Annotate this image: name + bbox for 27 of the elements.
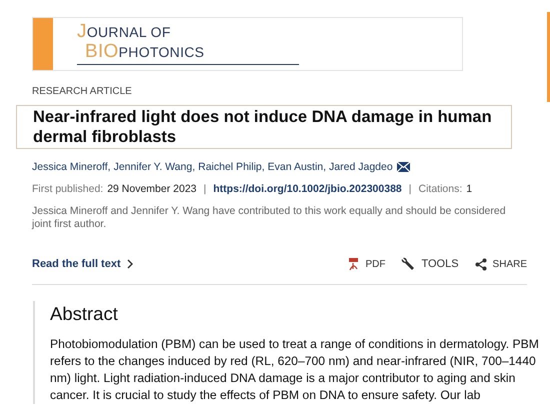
action-button[interactable]: SHARE (474, 258, 527, 270)
article-type: RESEARCH ARTICLE (32, 86, 133, 97)
author-link[interactable]: Jared Jagdeo (329, 161, 393, 173)
separator: | (408, 183, 412, 195)
author-link[interactable]: Jennifer Y. Wang, (114, 161, 196, 173)
pdf-icon (348, 258, 360, 270)
author-link[interactable]: Evan Austin, (268, 161, 326, 173)
abstract-text: Photobiomodulation (PBM) can be used to treat a range of conditions in dermatology. PBM refers to the changes induced by red (RL, 620–700 nm) and near-infrared (NIR, 700–1440 nm) light. Light radiation-induced DNA damage is a major contributor to aging and skin cancer. It is crucial to study the effects of PBM on DNA to ensure safety. Our lab (50, 336, 540, 404)
published-label: First published: (32, 183, 104, 195)
published-date: 29 November 2023 (107, 183, 197, 195)
share-icon (474, 258, 487, 270)
citations-label: Citations: (418, 183, 462, 195)
action-button[interactable]: TOOLS (401, 257, 459, 271)
article-title: Near-infrared light does not induce DNA damage in human dermal fibroblasts (16, 105, 512, 149)
author-link[interactable]: Jessica Mineroff, (32, 161, 111, 173)
chevron-right-icon (126, 259, 133, 269)
doi-link[interactable]: https://doi.org/10.1002/jbio.202300388 (213, 183, 402, 195)
wrench-icon (401, 257, 416, 271)
read-full-text-link[interactable]: Read the full text (32, 258, 121, 270)
journal-logo: JOURNAL OF BIOPHOTONICS (32, 17, 463, 71)
citations-count: 1 (466, 183, 472, 195)
action-button[interactable]: PDF (348, 258, 386, 270)
author-link[interactable]: Raichel Philip, (198, 161, 265, 173)
envelope-icon[interactable] (396, 162, 410, 172)
abstract-heading: Abstract (50, 303, 119, 325)
author-note: Jessica Mineroff and Jennifer Y. Wang have contributed to this work equally and should be considered joint first author. (32, 205, 507, 231)
separator: | (204, 183, 206, 195)
